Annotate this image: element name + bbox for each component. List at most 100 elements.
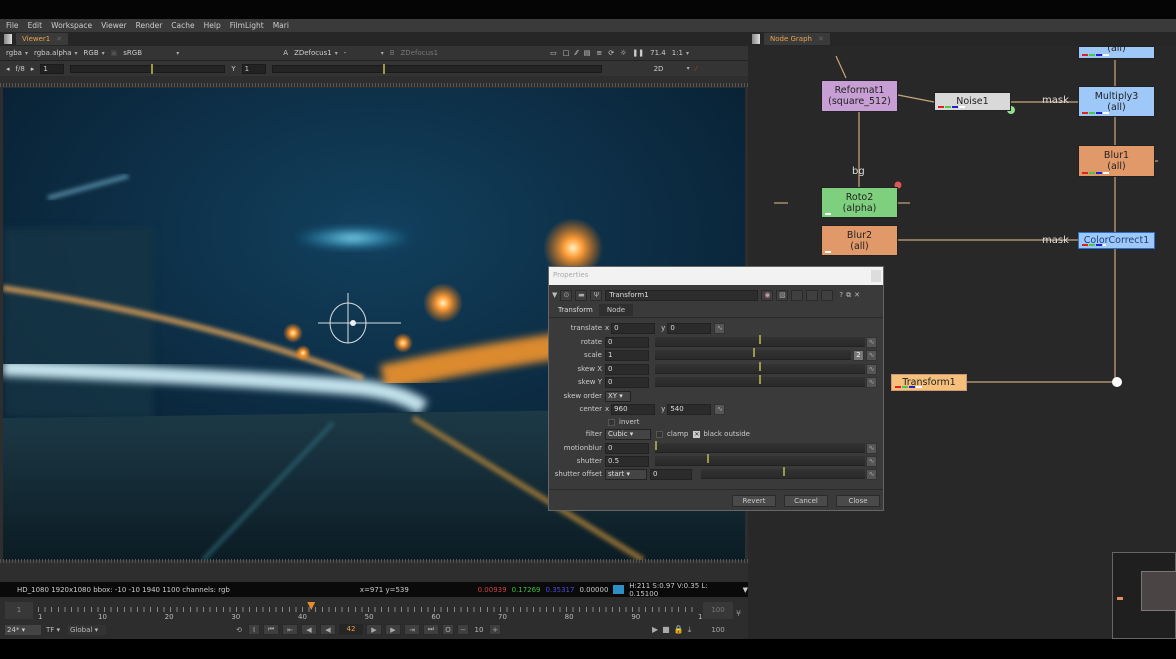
- scale-dimensions-button[interactable]: 2: [853, 349, 864, 361]
- rotate-slider[interactable]: [655, 335, 865, 347]
- loop-icon[interactable]: ⟲: [233, 624, 245, 635]
- step-value[interactable]: 10: [472, 626, 486, 634]
- motionblur-slider[interactable]: [655, 441, 865, 453]
- next-keyframe-icon[interactable]: ⇥: [404, 624, 420, 635]
- menu-render[interactable]: Render: [136, 21, 163, 30]
- roi-icon[interactable]: ▭: [550, 49, 557, 57]
- filter-dropdown[interactable]: Cubic ▾: [605, 428, 651, 440]
- gain-input[interactable]: 1: [40, 63, 65, 74]
- skew-y-input[interactable]: 0: [605, 376, 649, 388]
- tab-transform[interactable]: Transform: [552, 304, 599, 316]
- settings-icon[interactable]: Ψ: [590, 289, 603, 301]
- help-icon[interactable]: ?: [839, 291, 843, 299]
- menu-mari[interactable]: Mari: [273, 21, 289, 30]
- tab-viewer1[interactable]: Viewer1 ✕: [16, 33, 69, 45]
- panel-menu-icon[interactable]: [4, 34, 12, 44]
- region-icon[interactable]: □: [563, 49, 570, 57]
- node-name-input[interactable]: Transform1: [605, 289, 759, 301]
- translate-y-input[interactable]: 0: [667, 322, 712, 334]
- scale-slider[interactable]: [655, 348, 851, 360]
- node-graph-minimap[interactable]: [1112, 552, 1176, 639]
- range-mode-dropdown[interactable]: Global ▾: [68, 625, 106, 635]
- start-frame-input[interactable]: 1: [5, 602, 33, 619]
- rotate-input[interactable]: 0: [605, 336, 649, 348]
- global-end-input[interactable]: 100: [703, 624, 733, 636]
- lock-icon[interactable]: 🔒: [674, 625, 684, 635]
- play-backward-icon[interactable]: ◀: [320, 624, 336, 635]
- wipe-icon[interactable]: ⁄⁄: [575, 49, 577, 57]
- tab-node[interactable]: Node: [598, 304, 634, 316]
- shutter-custom-slider[interactable]: [701, 467, 865, 479]
- overlay-icon[interactable]: ▤: [584, 49, 591, 57]
- close-tab-icon[interactable]: ✕: [56, 35, 62, 43]
- menu-cache[interactable]: Cache: [171, 21, 194, 30]
- node-reformat1[interactable]: Reformat1 (square_512): [821, 80, 898, 112]
- step-plus-icon[interactable]: +: [489, 624, 501, 635]
- expand-icon[interactable]: ¥: [736, 609, 741, 618]
- gamma-input[interactable]: 1: [241, 63, 266, 74]
- dot-node[interactable]: [1112, 377, 1122, 387]
- animation-icon[interactable]: ∿: [866, 336, 877, 348]
- node-blur1[interactable]: Blur1 (all): [1078, 145, 1155, 177]
- animation-icon[interactable]: ∿: [866, 442, 877, 454]
- menu-filmlight[interactable]: FilmLight: [230, 21, 264, 30]
- animation-icon[interactable]: ∿: [866, 376, 877, 388]
- fstop-down-icon[interactable]: ◂: [6, 65, 10, 73]
- motionblur-input[interactable]: 0: [605, 442, 649, 454]
- end-frame-input[interactable]: 100: [703, 602, 733, 619]
- view-mode-dropdown[interactable]: 2D: [654, 65, 690, 73]
- shutter-custom-input[interactable]: 0: [650, 468, 692, 480]
- channels-dropdown[interactable]: rgba: [6, 49, 28, 57]
- current-frame-input[interactable]: 42: [339, 624, 363, 635]
- skew-x-input[interactable]: 0: [605, 363, 649, 375]
- center-x-input[interactable]: 960: [611, 403, 656, 415]
- input-b-dropdown[interactable]: ZDefocus1: [401, 49, 439, 57]
- menu-file[interactable]: File: [6, 21, 19, 30]
- fstop-up-icon[interactable]: ▸: [31, 65, 35, 73]
- black-outside-checkbox[interactable]: ✕: [693, 430, 701, 438]
- node-multiply3[interactable]: Multiply3 (all): [1078, 86, 1155, 117]
- menu-help[interactable]: Help: [204, 21, 221, 30]
- cancel-button[interactable]: Cancel: [784, 495, 828, 507]
- node-blur2[interactable]: Blur2 (all): [821, 225, 898, 256]
- input-a-dropdown[interactable]: ZDefocus1: [294, 49, 338, 57]
- skew-y-slider[interactable]: [655, 375, 865, 387]
- stop-icon[interactable]: ■: [662, 625, 670, 635]
- translate-x-input[interactable]: 0: [611, 322, 656, 334]
- in-point-icon[interactable]: I: [248, 624, 260, 635]
- animation-icon[interactable]: ∿: [714, 322, 726, 334]
- window-close-button[interactable]: [871, 270, 881, 282]
- animation-icon[interactable]: ∿: [866, 455, 877, 467]
- menu-edit[interactable]: Edit: [28, 21, 43, 30]
- close-panel-icon[interactable]: ✕: [854, 291, 860, 299]
- lut-dropdown[interactable]: sRGB: [123, 49, 179, 57]
- center-y-input[interactable]: 540: [667, 403, 712, 415]
- first-frame-icon[interactable]: ⏮: [263, 624, 279, 635]
- zoom-value[interactable]: 71.4: [650, 49, 666, 57]
- tf-dropdown[interactable]: TF ▾: [46, 625, 60, 635]
- undo-icon[interactable]: [791, 289, 804, 301]
- color-picker-1-icon[interactable]: ◉: [761, 289, 774, 301]
- node-transform1[interactable]: Transform1: [891, 374, 967, 391]
- animation-icon[interactable]: ∿: [866, 468, 877, 480]
- flipbook-icon[interactable]: ▶: [652, 625, 658, 635]
- skew-order-dropdown[interactable]: XY ▾: [605, 390, 631, 402]
- skew-x-slider[interactable]: [655, 362, 865, 374]
- colorspace-dropdown[interactable]: RGB: [84, 49, 105, 57]
- animation-icon[interactable]: ∿: [866, 349, 877, 361]
- redo-icon[interactable]: [806, 289, 819, 301]
- fps-dropdown[interactable]: 24* ▾: [5, 625, 41, 635]
- lines-icon[interactable]: ≡: [596, 49, 602, 57]
- alpha-channel-dropdown[interactable]: rgba.alpha: [34, 49, 78, 57]
- scale-input[interactable]: 1: [605, 349, 649, 361]
- play-forward-icon[interactable]: ▶: [366, 624, 382, 635]
- gear-icon[interactable]: ☼: [620, 49, 626, 57]
- step-back-icon[interactable]: ◀: [301, 624, 317, 635]
- proxy-icon[interactable]: ▣: [111, 49, 118, 57]
- animation-icon[interactable]: ∿: [714, 403, 726, 415]
- node-roto2[interactable]: Roto2 (alpha): [821, 187, 898, 218]
- viewer-toggle-icon[interactable]: ⊙: [560, 289, 573, 301]
- gamma-slider[interactable]: [271, 63, 602, 74]
- node-top-partial[interactable]: (all): [1078, 43, 1155, 59]
- step-forward-icon[interactable]: ▶: [385, 624, 401, 635]
